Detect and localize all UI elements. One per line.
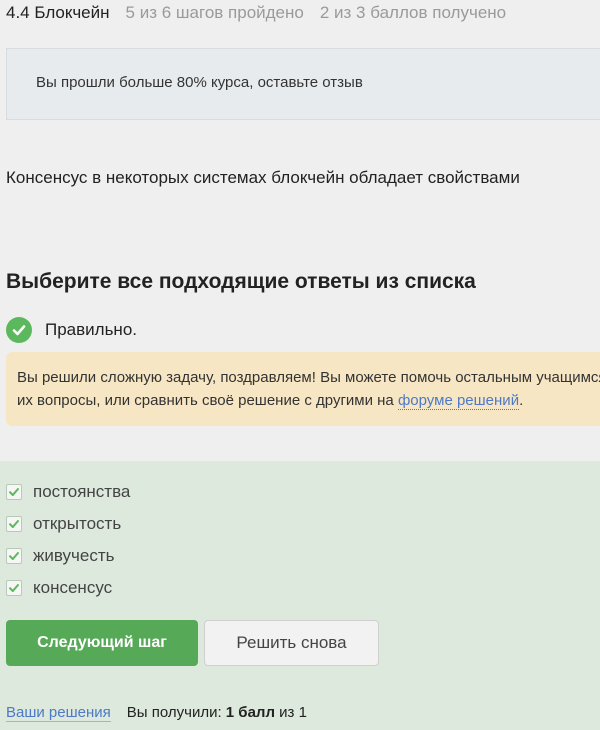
step-header: 4.4 Блокчейн 5 из 6 шагов пройдено 2 из 3 … [6, 0, 506, 28]
score-prefix: Вы получили: [126, 704, 226, 721]
checkmark-icon [9, 552, 19, 560]
success-hint: Вы решили сложную задачу, поздравляем! В… [6, 352, 600, 426]
review-banner[interactable]: Вы прошли больше 80% курса, оставьте отз… [6, 48, 600, 120]
your-solutions-link[interactable]: Ваши решения [6, 704, 111, 722]
checkmark-icon [9, 488, 19, 496]
result-status-text: Правильно. [45, 320, 137, 339]
next-step-button[interactable]: Следующий шаг [6, 620, 198, 666]
hint-line-2-prefix: их вопросы, или сравнить своё решение с … [17, 392, 398, 409]
checkbox-checked[interactable] [6, 516, 22, 532]
checkbox-checked[interactable] [6, 548, 22, 564]
result-status: Правильно. [6, 316, 137, 344]
score-suffix: из 1 [274, 704, 307, 721]
answer-option[interactable]: постоянства [6, 482, 130, 502]
answer-option-label[interactable]: живучесть [33, 546, 114, 566]
review-banner-text[interactable]: Вы прошли больше 80% курса, оставьте отз… [36, 74, 363, 91]
lesson-title: 4.4 Блокчейн [6, 3, 110, 22]
checkbox-checked[interactable] [6, 484, 22, 500]
answer-option-label[interactable]: консенсус [33, 578, 112, 598]
answer-option[interactable]: живучесть [6, 546, 114, 566]
points-progress: 2 из 3 баллов получено [319, 3, 507, 22]
hint-line-2: их вопросы, или сравнить своё решение с … [17, 389, 600, 412]
check-circle-icon [6, 317, 32, 343]
checkbox-checked[interactable] [6, 580, 22, 596]
retry-button[interactable]: Решить снова [204, 620, 379, 666]
answer-option[interactable]: открытость [6, 514, 121, 534]
checkmark-icon [9, 520, 19, 528]
answer-option-label[interactable]: открытость [33, 514, 121, 534]
submission-footer: Ваши решения Вы получили: 1 балл из 1 [6, 704, 307, 722]
answer-option-label[interactable]: постоянства [33, 482, 130, 502]
hint-line-1: Вы решили сложную задачу, поздравляем! В… [17, 369, 600, 386]
question-text: Консенсус в некоторых системах блокчейн … [6, 168, 520, 187]
hint-line-2-suffix: . [519, 392, 524, 409]
answer-option[interactable]: консенсус [6, 578, 112, 598]
score-value: 1 балл [225, 704, 275, 721]
solutions-forum-link[interactable]: форуме решений [397, 392, 520, 410]
instruction-heading: Выберите все подходящие ответы из списка [6, 270, 476, 293]
steps-progress: 5 из 6 шагов пройдено [125, 3, 304, 22]
checkmark-icon [9, 584, 19, 592]
